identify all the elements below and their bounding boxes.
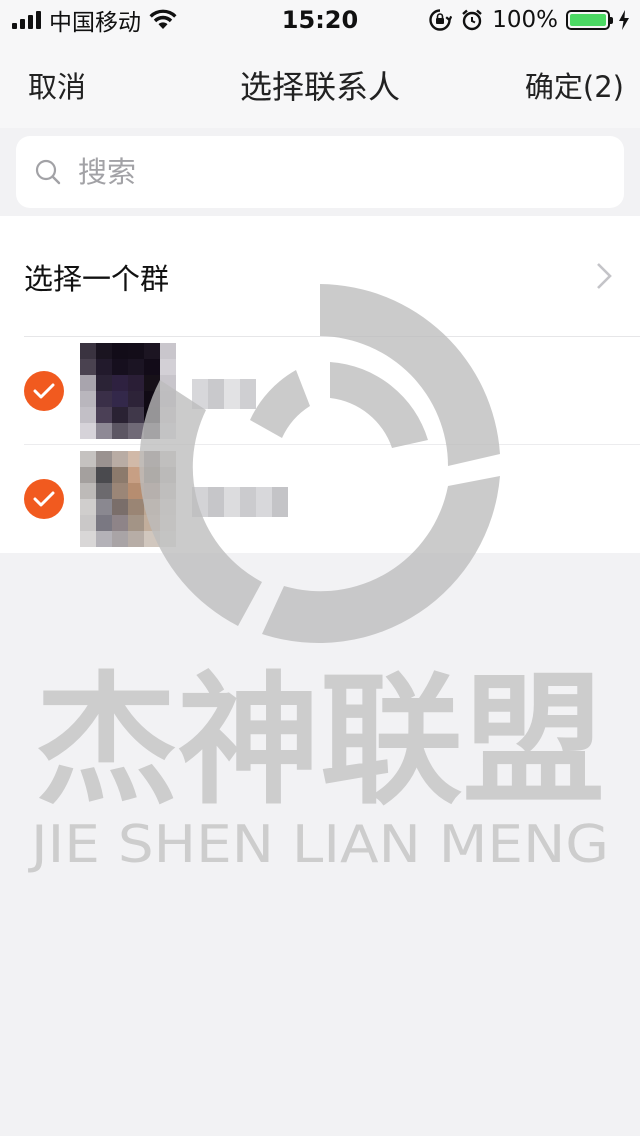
search-icon: [35, 159, 61, 185]
avatar: [80, 451, 176, 547]
status-bar: 中国移动 15:20 100%: [0, 0, 640, 40]
battery-fill: [570, 14, 606, 26]
contact-name-blurred: [192, 379, 256, 409]
charging-icon: [619, 10, 629, 30]
search-box[interactable]: [16, 136, 624, 208]
confirm-button[interactable]: 确定(2): [525, 64, 624, 106]
selected-check-icon[interactable]: [24, 479, 64, 519]
select-group-row[interactable]: 选择一个群: [24, 216, 640, 337]
status-time: 15:20: [281, 6, 359, 34]
watermark-subtitle: JIE SHEN LIAN MENG: [28, 815, 609, 875]
select-group-label: 选择一个群: [24, 262, 170, 296]
avatar: [80, 343, 176, 439]
search-section: [0, 128, 640, 216]
contact-row[interactable]: [0, 337, 640, 445]
selected-check-icon[interactable]: [24, 371, 64, 411]
search-input[interactable]: [76, 154, 600, 190]
status-left: 中国移动: [12, 3, 177, 37]
status-right: 100%: [428, 7, 630, 33]
battery-percent: 100%: [492, 7, 558, 33]
signal-icon: [12, 11, 41, 29]
nav-bar: 取消 选择联系人 确定(2): [0, 40, 640, 128]
contact-name-blurred: [192, 487, 288, 517]
battery-icon: [566, 10, 613, 30]
watermark-title: 杰神联盟: [35, 659, 605, 824]
carrier-name: 中国移动: [49, 10, 141, 36]
contact-row[interactable]: [0, 445, 640, 553]
alarm-icon: [462, 9, 483, 31]
wifi-icon: [149, 9, 177, 29]
rotation-lock-icon: [429, 9, 453, 31]
chevron-right-icon: [597, 263, 612, 289]
contact-list: 选择一个群: [0, 216, 640, 553]
